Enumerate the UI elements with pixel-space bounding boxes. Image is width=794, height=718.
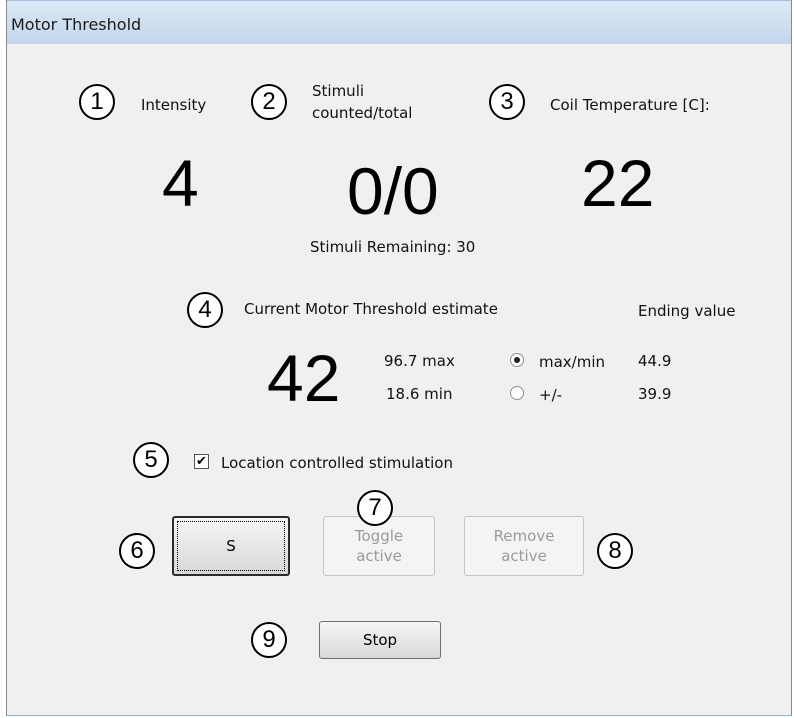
radio-max-min[interactable]: [510, 353, 524, 367]
coil-temperature-value: 22: [581, 146, 655, 220]
stop-button[interactable]: Stop: [319, 621, 441, 659]
marker-2: 2: [251, 84, 287, 120]
radio-plus-minus-label: +/-: [539, 386, 563, 404]
window-title: Motor Threshold: [11, 15, 142, 34]
s-button[interactable]: S: [172, 516, 290, 576]
intensity-value: 4: [162, 146, 199, 220]
threshold-min: 18.6 min: [386, 385, 453, 403]
stimuli-remaining: Stimuli Remaining: 30: [310, 238, 476, 256]
radio-max-min-label: max/min: [539, 353, 606, 371]
marker-5: 5: [133, 442, 169, 478]
toggle-active-label-line1: Toggle: [354, 527, 404, 545]
radio-plus-minus[interactable]: [510, 386, 524, 400]
ending-value-max-min: 44.9: [638, 352, 672, 370]
marker-1: 1: [79, 84, 115, 120]
marker-9: 9: [251, 622, 287, 658]
remove-active-label-line2: active: [501, 547, 547, 565]
location-checkbox[interactable]: ✔: [194, 454, 209, 469]
toggle-active-label-line2: active: [356, 547, 402, 565]
threshold-value: 42: [267, 341, 341, 415]
marker-6: 6: [119, 533, 155, 569]
stimuli-label-line2: counted/total: [312, 104, 413, 122]
marker-7: 7: [357, 490, 393, 526]
title-bar: Motor Threshold: [7, 0, 791, 44]
intensity-label: Intensity: [141, 96, 207, 114]
location-checkbox-label[interactable]: Location controlled stimulation: [221, 454, 453, 472]
marker-3: 3: [489, 84, 525, 120]
stimuli-value: 0/0: [347, 154, 439, 228]
motor-threshold-window: Motor Threshold 1 Intensity 2 Stimuli co…: [6, 0, 792, 716]
marker-4: 4: [187, 292, 223, 328]
coil-temperature-label: Coil Temperature [C]:: [550, 96, 710, 114]
remove-active-label-line1: Remove: [493, 527, 555, 545]
threshold-max: 96.7 max: [384, 352, 455, 370]
ending-value-plus-minus: 39.9: [638, 385, 672, 403]
ending-value-header: Ending value: [638, 302, 736, 320]
remove-active-button[interactable]: Remove active: [464, 516, 584, 576]
stop-button-label: Stop: [362, 631, 398, 649]
focus-ring: [177, 521, 285, 571]
threshold-label: Current Motor Threshold estimate: [244, 300, 498, 318]
stimuli-label-line1: Stimuli: [312, 82, 365, 100]
marker-8: 8: [597, 533, 633, 569]
